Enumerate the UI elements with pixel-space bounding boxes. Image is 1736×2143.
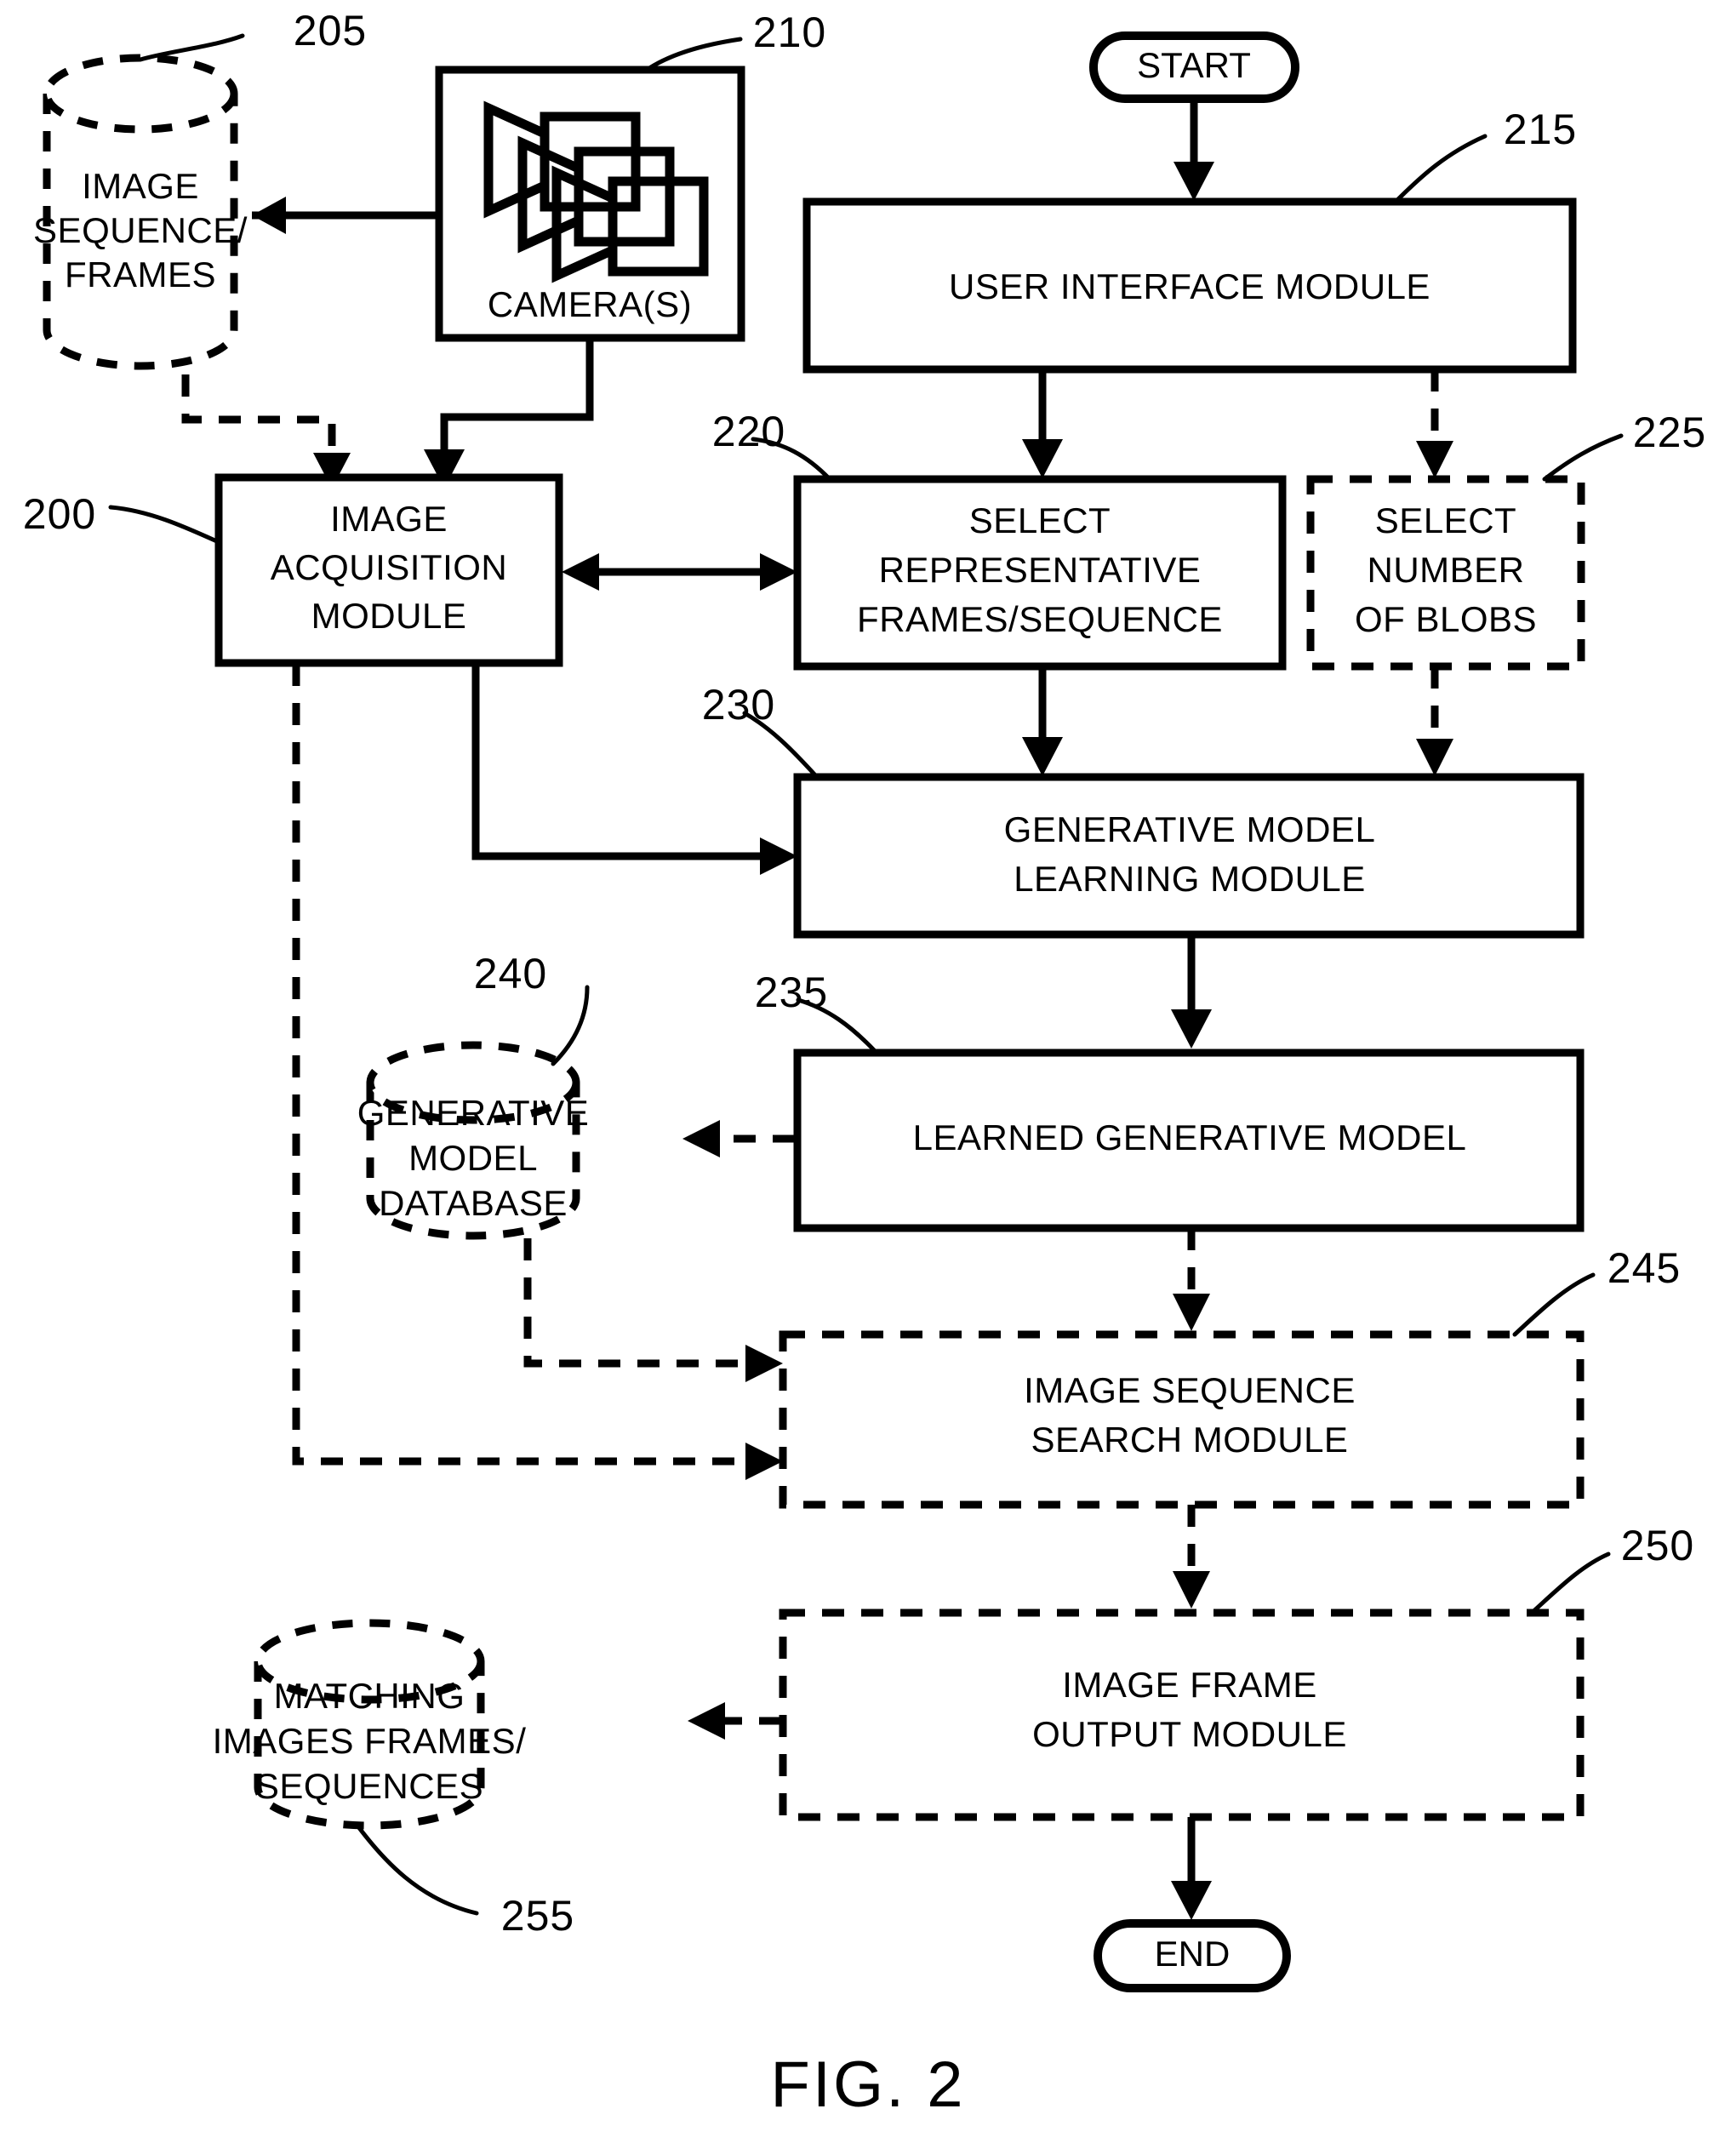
user-interface-module-label: USER INTERFACE MODULE [949,266,1430,306]
node-generative-model-learning-module[interactable]: GENERATIVE MODEL LEARNING MODULE [793,773,1585,939]
node-user-interface-module[interactable]: USER INTERFACE MODULE [802,197,1577,374]
generative-model-database-label-1: GENERATIVE [357,1093,590,1133]
node-start[interactable]: START [1089,31,1299,103]
ref-number-220: 220 [712,408,785,455]
image-sequence-frames-label-3: FRAMES [65,254,216,294]
image-acquisition-module-label-3: MODULE [311,596,467,636]
connector-select-blobs-to-learning-module [1416,666,1453,776]
ref-number-230: 230 [702,681,775,729]
connector-ui-to-select-frames [1022,369,1063,478]
image-frame-output-module-label-1: IMAGE FRAME [1062,1665,1317,1705]
node-end[interactable]: END [1094,1919,1291,1992]
node-image-sequence-search-module[interactable]: IMAGE SEQUENCE SEARCH MODULE [779,1330,1585,1509]
ref-number-200: 200 [23,490,96,538]
matching-images-label-1: MATCHING [274,1676,465,1716]
ref-leader-200: 200 [23,490,221,545]
node-image-sequence-frames[interactable]: IMAGE SEQUENCE/ FRAMES [33,54,248,370]
connector-start-to-ui-module [1174,98,1214,201]
select-representative-frames-label-1: SELECT [969,500,1111,540]
matching-images-label-3: SEQUENCES [255,1766,483,1806]
cameras-label: CAMERA(S) [488,284,692,324]
ref-number-255: 255 [501,1892,574,1940]
connector-learned-model-to-database [682,1120,795,1157]
image-sequence-search-module-label-1: IMAGE SEQUENCE [1024,1370,1356,1410]
image-sequence-frames-label-1: IMAGE [82,166,199,206]
ref-leader-225: 225 [1542,409,1706,482]
node-image-frame-output-module[interactable]: IMAGE FRAME OUTPUT MODULE [779,1609,1585,1821]
matching-images-label-2: IMAGES FRAMES/ [213,1721,527,1761]
connector-learning-module-to-learned-model [1171,934,1212,1049]
connector-learned-model-to-search-module [1173,1228,1210,1331]
connector-database-to-search-module [523,1238,783,1382]
ref-leader-210: 210 [644,9,826,72]
node-generative-model-database[interactable]: GENERATIVE MODEL DATABASE [357,1041,590,1240]
ref-leader-255: 255 [355,1823,574,1940]
ref-leader-230: 230 [702,681,819,780]
ref-number-210: 210 [753,9,826,56]
connector-ui-to-select-blobs [1416,369,1453,478]
select-representative-frames-label-3: FRAMES/SEQUENCE [857,599,1223,639]
generative-model-learning-module-label-1: GENERATIVE MODEL [1004,809,1376,849]
ref-number-235: 235 [755,969,828,1016]
patent-figure: IMAGE SEQUENCE/ FRAMES 205 CAMERA(S) 210… [0,0,1736,2143]
node-matching-images[interactable]: MATCHING IMAGES FRAMES/ SEQUENCES [213,1619,527,1830]
generative-model-database-label-2: MODEL [408,1138,538,1178]
node-cameras[interactable]: CAMERA(S) [435,66,745,342]
end-label: END [1155,1934,1231,1974]
connector-cameras-to-image-sequence [252,197,439,234]
ref-number-215: 215 [1504,106,1577,153]
select-number-of-blobs-label-3: OF BLOBS [1355,599,1537,639]
image-acquisition-module-label-2: ACQUISITION [271,547,508,587]
ref-number-245: 245 [1608,1244,1681,1292]
ref-leader-215: 215 [1393,106,1577,204]
image-sequence-search-module-label-2: SEARCH MODULE [1031,1420,1349,1460]
ref-number-240: 240 [474,950,547,997]
figure-caption: FIG. 2 [770,2049,965,2121]
start-label: START [1137,45,1251,85]
ref-number-225: 225 [1633,409,1706,456]
image-sequence-frames-label-2: SEQUENCE/ [33,210,248,250]
connector-cameras-to-acquisition [424,338,594,489]
ref-number-250: 250 [1621,1522,1694,1569]
image-frame-output-module-label-2: OUTPUT MODULE [1032,1714,1347,1754]
node-image-acquisition-module[interactable]: IMAGE ACQUISITION MODULE [214,473,563,667]
ref-leader-235: 235 [755,969,879,1055]
select-number-of-blobs-label-2: NUMBER [1367,550,1524,590]
connector-output-module-to-end [1171,1817,1212,1920]
connector-search-module-to-output-module [1173,1505,1210,1609]
node-select-representative-frames[interactable]: SELECT REPRESENTATIVE FRAMES/SEQUENCE [793,475,1287,671]
ref-number-205: 205 [294,7,367,54]
generative-model-learning-module-label-2: LEARNING MODULE [1014,859,1366,899]
select-representative-frames-label-2: REPRESENTATIVE [879,550,1202,590]
image-acquisition-module-label-1: IMAGE [330,499,448,539]
diagram-canvas: IMAGE SEQUENCE/ FRAMES 205 CAMERA(S) 210… [23,7,1706,2121]
connector-image-sequence-to-acquisition [181,374,351,489]
ref-leader-250: 250 [1529,1522,1694,1615]
learned-generative-model-label: LEARNED GENERATIVE MODEL [913,1117,1467,1157]
node-select-number-of-blobs[interactable]: SELECT NUMBER OF BLOBS [1306,475,1585,671]
connector-select-frames-to-learning-module [1022,666,1063,776]
connector-output-module-to-matching-images [688,1702,781,1740]
generative-model-database-label-3: DATABASE [379,1183,568,1223]
ref-leader-220: 220 [712,408,832,482]
connector-acquisition-to-select-frames-bidirectional [562,553,797,591]
select-number-of-blobs-label-1: SELECT [1375,500,1516,540]
ref-leader-245: 245 [1512,1244,1681,1337]
node-learned-generative-model[interactable]: LEARNED GENERATIVE MODEL [793,1049,1585,1232]
ref-leader-205: 205 [138,7,367,62]
